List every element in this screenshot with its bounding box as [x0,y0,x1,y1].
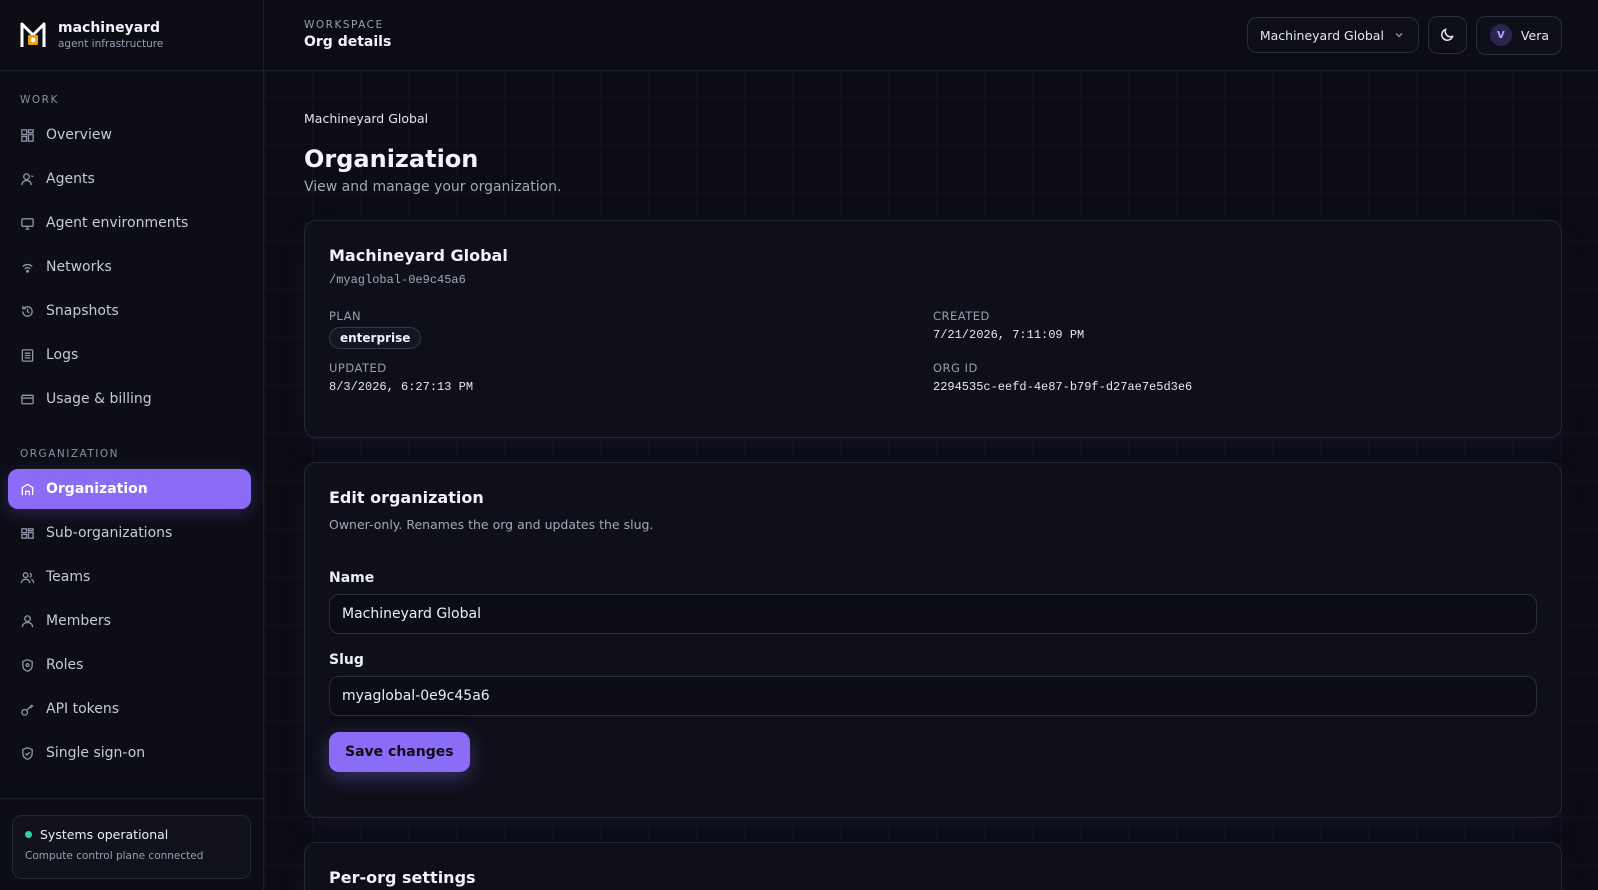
page-subtitle: View and manage your organization. [304,179,562,195]
sidebar-item-label: Usage & billing [46,391,152,407]
page-title: Organization [304,145,479,173]
per-org-settings-card: Per-org settings [304,842,1562,890]
page-content: Machineyard Global Organization View and… [264,71,1598,890]
page-breadcrumb[interactable]: Machineyard Global [304,111,1562,127]
card-icon [20,392,35,407]
sidebar-item-members[interactable]: Members [8,601,251,641]
shield-check-icon [20,746,35,761]
list-icon [20,348,35,363]
org-id-value: 2294535c-eefd-4e87-b79f-d27ae7e5d3e6 [933,380,1193,394]
sidebar-item-networks[interactable]: Networks [8,247,251,287]
sidebar-item-label: Agents [46,171,95,187]
brand-name: machineyard [58,19,161,36]
breadcrumb: WORKSPACE Org details [304,18,391,52]
status-dot-icon [25,831,32,838]
status-title: Systems operational [40,827,169,842]
main-area: WORKSPACE Org details Machineyard Global… [264,0,1598,890]
person-icon [20,614,35,629]
settings-card-title: Per-org settings [329,868,476,887]
slug-field-label: Slug [329,652,364,668]
sidebar-item-sub-organizations[interactable]: Sub-organizations [8,513,251,553]
history-icon [20,304,35,319]
org-selector-label: Machineyard Global [1259,27,1384,43]
sidebar-item-label: Logs [46,347,79,363]
user-menu-button[interactable]: V Vera [1475,15,1562,55]
sidebar-item-roles[interactable]: Roles [8,645,251,685]
sidebar-item-label: Overview [46,127,112,143]
sidebar-item-agent-environments[interactable]: Agent environments [8,203,251,243]
grid-icon [20,128,35,143]
breadcrumb-title: Org details [304,34,392,50]
breadcrumb-label: WORKSPACE [304,19,384,31]
theme-toggle-button[interactable] [1427,16,1467,54]
signal-icon [20,260,35,275]
org-name: Machineyard Global [329,246,508,265]
sidebar-item-label: Snapshots [46,303,119,319]
sidebar-item-logs[interactable]: Logs [8,335,251,375]
edit-organization-card: Edit organization Owner-only. Renames th… [304,462,1562,818]
building-icon [20,482,35,497]
sidebar-item-label: Teams [46,569,91,585]
created-label: CREATED [933,309,990,323]
sidebar-item-label: Agent environments [46,215,189,231]
brand-subtitle: agent infrastructure [58,37,164,50]
sidebar-footer: Systems operational Compute control plan… [0,798,263,890]
sidebar-item-api-tokens[interactable]: API tokens [8,689,251,729]
name-field-label: Name [329,570,375,586]
chevron-down-icon [1395,33,1403,38]
avatar: V [1489,24,1512,46]
plan-badge: enterprise [329,327,422,349]
created-value: 7/21/2026, 7:11:09 PM [933,328,1085,342]
user-name: Vera [1520,27,1549,43]
nav-section-work: WORK [20,94,59,106]
sidebar-item-label: Members [46,613,111,629]
save-changes-button[interactable]: Save changes [329,732,470,772]
org-id-label: ORG ID [933,361,978,375]
sidebar-item-label: Roles [46,657,84,673]
edit-card-description: Owner-only. Renames the org and updates … [329,517,654,532]
key-icon [20,702,35,717]
sub-org-icon [20,526,35,541]
org-slug: /myaglobal-0e9c45a6 [329,273,466,287]
sidebar-item-agents[interactable]: Agents [8,159,251,199]
topbar: WORKSPACE Org details Machineyard Global… [264,0,1598,71]
nav-section-organization: ORGANIZATION [20,448,120,460]
updated-value: 8/3/2026, 6:27:13 PM [329,380,474,394]
sidebar-item-label: API tokens [46,701,120,717]
brand[interactable]: machineyard agent infrastructure [0,0,263,71]
monitor-icon [20,216,35,231]
sidebar-item-single-sign-on[interactable]: Single sign-on [8,733,251,773]
machineyard-logo-icon [20,22,46,47]
updated-label: UPDATED [329,361,387,375]
plan-label: PLAN [329,309,362,323]
sidebar-nav: WORK Overview Agents Agent environments … [0,71,263,890]
user-icon [20,172,35,187]
sidebar-item-organization[interactable]: Organization [8,469,251,509]
name-input[interactable] [329,594,1537,634]
sidebar-item-teams[interactable]: Teams [8,557,251,597]
slug-input[interactable] [329,676,1537,716]
sidebar-item-label: Organization [46,481,148,497]
edit-card-title: Edit organization [329,488,484,507]
org-selector[interactable]: Machineyard Global [1246,17,1419,53]
moon-icon [1441,28,1455,41]
org-details-card: Machineyard Global /myaglobal-0e9c45a6 P… [304,220,1562,438]
sidebar-item-label: Single sign-on [46,745,146,761]
sidebar-item-snapshots[interactable]: Snapshots [8,291,251,331]
sidebar-item-label: Sub-organizations [46,525,173,541]
status-subtitle: Compute control plane connected [25,850,204,862]
shield-icon [20,658,35,673]
sidebar-item-overview[interactable]: Overview [8,115,251,155]
sidebar: machineyard agent infrastructure WORK Ov… [0,0,264,890]
sidebar-item-label: Networks [46,259,112,275]
system-status-card: Systems operational Compute control plan… [12,815,251,879]
users-icon [20,570,35,585]
sidebar-item-usage-billing[interactable]: Usage & billing [8,379,251,419]
